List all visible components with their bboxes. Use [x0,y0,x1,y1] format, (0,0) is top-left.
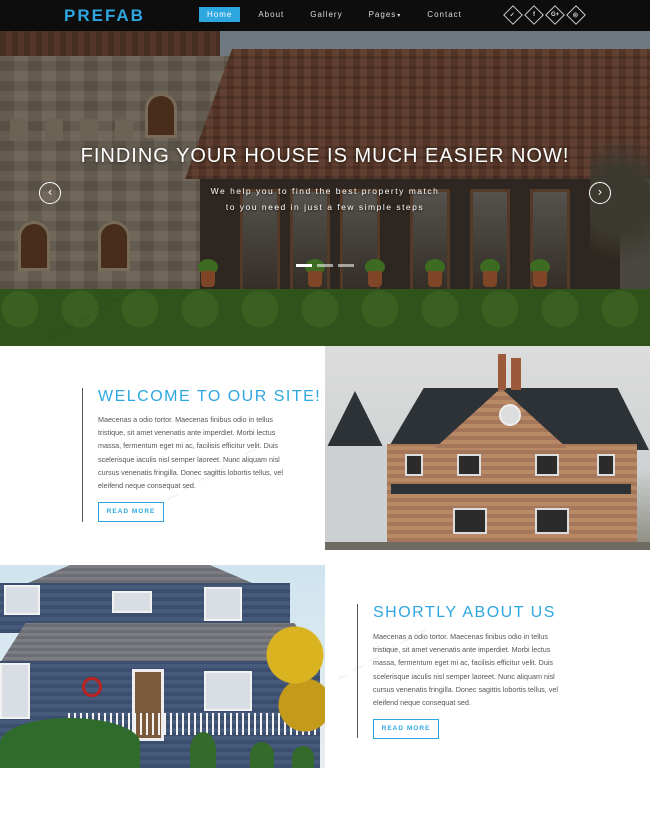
nav-pages-dropdown[interactable]: Pages▾ [361,7,410,22]
image-window [535,508,569,534]
nav-contact[interactable]: Contact [419,7,470,22]
dribbble-button[interactable]: ◎ [566,5,586,25]
hero-title: FINDING YOUR HOUSE IS MUCH EASIER NOW! [80,145,570,167]
about-text: Maecenas a odio tortor. Maecenas finibus… [373,632,558,708]
about-title: SHORTLY ABOUT US [373,604,556,621]
facebook-button[interactable]: f [524,5,544,25]
welcome-title: WELCOME TO OUR SITE! [98,388,322,405]
blue-house-image [0,565,325,768]
main-nav: Home About Gallery Pages▾ Contact [199,7,480,22]
nav-home[interactable]: Home [199,7,241,22]
nav-pages-label: Pages [368,10,397,19]
slider-dot-1[interactable] [296,264,312,267]
image-tree [265,605,325,735]
welcome-divider-line [82,388,83,522]
image-neighbor-house [325,446,387,550]
image-wreath [82,677,102,697]
slider-dot-2[interactable] [317,264,333,267]
image-window [4,585,40,615]
image-window [405,454,423,476]
image-window [457,454,481,476]
slider-dot-3[interactable] [338,264,354,267]
nav-home-label: Home [207,10,233,19]
image-window [204,587,242,621]
slider-next-button[interactable]: › [589,182,611,204]
image-shrub [190,732,216,768]
image-shrub [250,742,274,768]
image-window [0,663,30,719]
image-window [535,454,559,476]
twitter-button[interactable]: ✓ [503,5,523,25]
image-roof [325,391,385,451]
nav-gallery-label: Gallery [310,10,343,19]
welcome-text: Maecenas a odio tortor. Maecenas finibus… [98,415,283,491]
caret-down-icon: ▾ [397,13,402,19]
image-chimney [498,354,506,390]
image-shrub [0,718,140,768]
top-navbar: PREFAB Home About Gallery Pages▾ Contact… [0,0,650,31]
dribbble-icon: ◎ [573,12,579,19]
image-window [453,508,487,534]
google-plus-icon: G+ [550,11,560,18]
nav-about-label: About [258,10,285,19]
welcome-read-more-button[interactable]: READ MORE [98,502,164,522]
image-chimney [511,358,521,390]
nav-gallery[interactable]: Gallery [302,7,350,22]
hero-subtitle: We help you to find the best property ma… [210,186,440,212]
image-window [597,454,615,476]
slider-prev-button[interactable]: ‹ [39,182,61,204]
brick-house-image [325,346,650,550]
image-window [112,591,152,613]
image-ground [325,542,650,550]
hero-slider: FINDING YOUR HOUSE IS MUCH EASIER NOW! W… [0,31,650,346]
about-divider-line [357,604,358,738]
social-links: ✓ f G+ ◎ [503,5,590,25]
image-porch-roof [391,484,631,494]
facebook-icon: f [533,12,535,18]
twitter-icon: ✓ [510,12,516,19]
slider-dots [296,264,359,267]
google-plus-button[interactable]: G+ [545,5,565,25]
image-window [204,671,252,711]
site-logo[interactable]: PREFAB [64,6,145,26]
image-round-window [499,404,521,426]
nav-about[interactable]: About [250,7,292,22]
chevron-right-icon: › [597,185,603,199]
chevron-left-icon: ‹ [47,185,53,199]
about-read-more-button[interactable]: READ MORE [373,719,439,739]
nav-contact-label: Contact [427,10,462,19]
image-shrub [292,746,314,768]
